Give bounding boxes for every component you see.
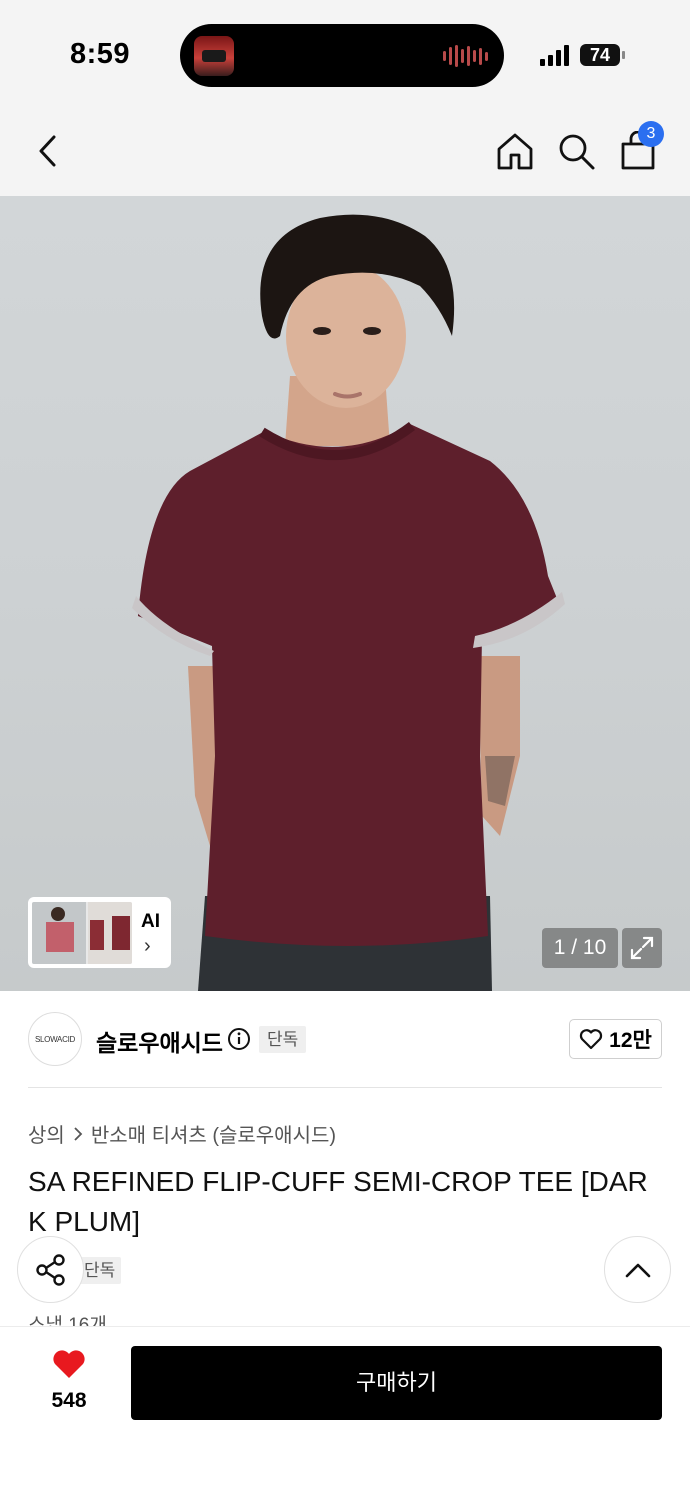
model-photo <box>132 214 565 991</box>
dynamic-island[interactable] <box>180 24 504 87</box>
breadcrumb-subcategory[interactable]: 반소매 티셔츠 (슬로우애시드) <box>91 1119 336 1148</box>
breadcrumb: 상의 반소매 티셔츠 (슬로우애시드) <box>28 1119 336 1148</box>
heart-filled-icon <box>53 1350 85 1378</box>
home-icon[interactable] <box>493 129 537 173</box>
heart-outline-icon <box>580 1029 603 1050</box>
chevron-up-icon <box>625 1263 650 1277</box>
wishlist-count: 548 <box>51 1389 87 1412</box>
status-bar: 8:59 74 <box>0 0 690 105</box>
product-exclusive-badge: 단독 <box>78 1257 122 1284</box>
cart-count-badge: 3 <box>638 121 664 147</box>
chevron-right-icon: › <box>144 935 151 957</box>
wishlist-button[interactable]: 548 <box>36 1348 102 1418</box>
status-time: 8:59 <box>70 38 131 70</box>
share-icon <box>35 1253 65 1286</box>
buy-button[interactable]: 구매하기 <box>131 1346 662 1420</box>
info-icon[interactable] <box>227 1027 251 1051</box>
nav-bar: 3 <box>0 105 690 196</box>
brand-like-count: 12만 <box>609 1029 652 1052</box>
album-art-icon <box>194 36 234 76</box>
share-button[interactable] <box>17 1236 84 1303</box>
cellular-signal-icon <box>540 44 569 66</box>
snap-count-text: 스냅 16개 <box>28 1315 107 1326</box>
divider <box>28 1087 662 1088</box>
breadcrumb-category[interactable]: 상의 <box>28 1119 65 1148</box>
scroll-top-button[interactable] <box>604 1236 671 1303</box>
image-pager: 1 / 10 <box>542 928 618 968</box>
brand-logo-text: SLOWACID <box>35 1034 75 1044</box>
ai-styling-card[interactable]: AI › <box>28 897 171 968</box>
search-icon[interactable] <box>554 129 598 173</box>
brand-name[interactable]: 슬로우애시드 <box>96 1024 223 1058</box>
exclusive-badge: 단독 <box>259 1026 307 1053</box>
brand-like-button[interactable]: 12만 <box>569 1019 662 1059</box>
brand-logo[interactable]: SLOWACID <box>28 1012 82 1066</box>
battery-indicator: 74 <box>580 44 625 66</box>
audio-waveform-icon <box>443 44 488 68</box>
product-title: SA REFINED FLIP-CUFF SEMI-CROP TEE [DARK… <box>28 1166 648 1237</box>
shopping-bag-icon[interactable]: 3 <box>616 121 664 173</box>
ai-thumbnail <box>32 902 132 964</box>
chevron-right-icon <box>74 1126 83 1141</box>
expand-icon[interactable] <box>622 928 662 968</box>
ai-label: AI <box>141 911 160 932</box>
product-image[interactable] <box>0 196 690 991</box>
chevron-left-icon[interactable] <box>26 129 70 173</box>
